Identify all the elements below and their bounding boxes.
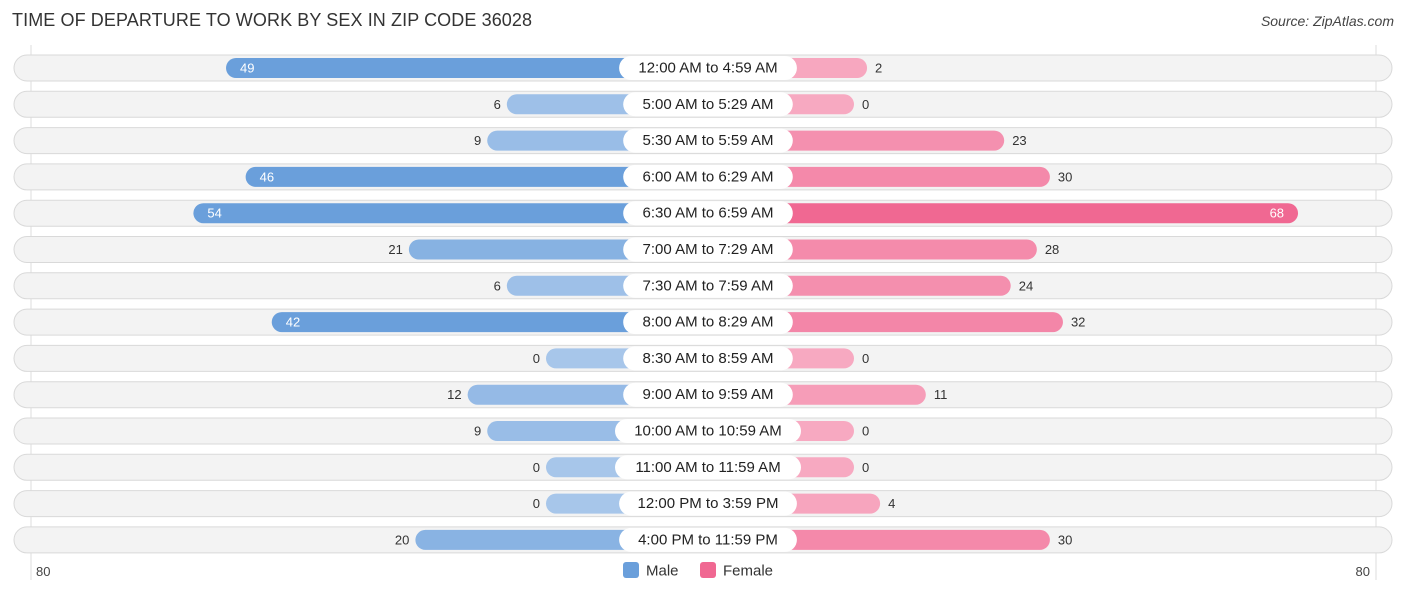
category-label: 6:00 AM to 6:29 AM <box>643 168 774 185</box>
value-label-female: 4 <box>888 496 895 511</box>
value-label-female: 11 <box>934 387 948 402</box>
legend-swatch-male <box>623 562 639 578</box>
value-label-female: 30 <box>1058 169 1072 184</box>
category-label: 8:00 AM to 8:29 AM <box>643 314 774 331</box>
category-label: 8:30 AM to 8:59 AM <box>643 350 774 367</box>
legend-label-male: Male <box>646 563 679 580</box>
legend-item-female[interactable]: Female <box>700 562 773 580</box>
chart-row: 6:30 AM to 6:59 AM 54 68 <box>13 199 1393 227</box>
chart-row: 7:30 AM to 7:59 AM 6 24 <box>13 272 1393 300</box>
chart-row: 7:00 AM to 7:29 AM 21 28 <box>13 236 1393 263</box>
category-label: 5:30 AM to 5:59 AM <box>643 132 774 149</box>
chart-row: 6:00 AM to 6:29 AM 46 30 <box>13 163 1393 191</box>
value-label-male: 0 <box>533 351 540 366</box>
value-label-female: 2 <box>875 61 882 76</box>
axis-label-left: 80 <box>36 564 50 579</box>
rows: 12:00 AM to 4:59 AM49 25:00 AM to 5:29 AM… <box>13 54 1393 554</box>
value-label-male: 12 <box>447 387 461 402</box>
value-label-female: 0 <box>862 97 869 112</box>
value-label-female: 24 <box>1019 278 1033 293</box>
chart: 12:00 AM to 4:59 AM49 25:00 AM to 5:29 AM… <box>13 45 1393 580</box>
value-label-male: 0 <box>533 496 540 511</box>
chart-row: 8:30 AM to 8:59 AM 0 0 <box>13 344 1393 372</box>
category-label: 12:00 PM to 3:59 PM <box>638 495 779 512</box>
category-label: 5:00 AM to 5:29 AM <box>643 96 774 113</box>
chart-row: 12:00 PM to 3:59 PM 0 4 <box>13 490 1393 518</box>
chart-row: 11:00 AM to 11:59 AM 0 0 <box>13 453 1393 481</box>
legend-swatch-female <box>700 562 716 578</box>
chart-row: 5:30 AM to 5:59 AM 9 23 <box>13 127 1393 155</box>
chart-row: 12:00 AM to 4:59 AM 49 2 <box>13 54 1393 82</box>
value-label-male: 20 <box>395 532 409 547</box>
value-label-female: 0 <box>862 351 869 366</box>
category-label: 11:00 AM to 11:59 AM <box>635 459 780 476</box>
category-label: 10:00 AM to 10:59 AM <box>634 423 782 440</box>
legend-label-female: Female <box>723 563 773 580</box>
value-label-male: 54 <box>207 206 221 221</box>
value-label-male: 6 <box>494 97 501 112</box>
value-label-female: 28 <box>1045 242 1059 257</box>
value-label-male: 9 <box>474 424 481 439</box>
value-label-male: 0 <box>533 460 540 475</box>
chart-row: 5:00 AM to 5:29 AM 6 0 <box>13 90 1393 118</box>
value-label-female: 32 <box>1071 315 1085 330</box>
category-label: 4:00 PM to 11:59 PM <box>638 531 778 548</box>
category-label: 7:00 AM to 7:29 AM <box>643 241 774 258</box>
category-label: 6:30 AM to 6:59 AM <box>643 205 774 222</box>
value-label-female: 68 <box>1270 206 1284 221</box>
chart-row: 10:00 AM to 10:59 AM 9 0 <box>13 417 1393 445</box>
category-label: 9:00 AM to 9:59 AM <box>643 386 774 403</box>
category-label: 7:30 AM to 7:59 AM <box>643 277 774 294</box>
chart-row: 8:00 AM to 8:29 AM 42 32 <box>13 308 1393 336</box>
value-label-female: 0 <box>862 424 869 439</box>
legend: Male Female <box>623 562 773 580</box>
value-label-male: 49 <box>240 61 254 76</box>
chart-row: 9:00 AM to 9:59 AM 12 11 <box>13 381 1393 409</box>
category-label: 12:00 AM to 4:59 AM <box>638 60 777 77</box>
legend-item-male[interactable]: Male <box>623 562 679 580</box>
value-label-male: 6 <box>494 278 501 293</box>
value-label-male: 42 <box>286 315 300 330</box>
value-label-male: 21 <box>388 242 402 257</box>
value-label-female: 30 <box>1058 532 1072 547</box>
chart-row: 4:00 PM to 11:59 PM 20 30 <box>13 526 1393 554</box>
value-label-male: 9 <box>474 133 481 148</box>
value-label-female: 23 <box>1012 133 1026 148</box>
value-label-male: 46 <box>260 169 274 184</box>
value-label-female: 0 <box>862 460 869 475</box>
axis-label-right: 80 <box>1356 564 1370 579</box>
